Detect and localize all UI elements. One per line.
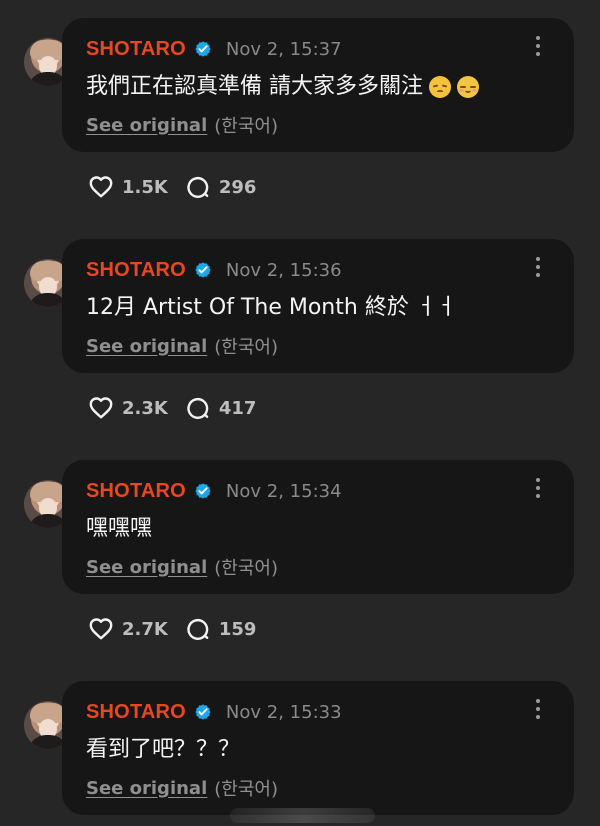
post-header: SHOTARO Nov 2, 15:33	[86, 699, 342, 725]
verified-badge-icon	[195, 41, 211, 57]
post-content: 我們正在認真準備 請大家多多關注	[86, 73, 546, 101]
comment-count: 159	[218, 618, 257, 640]
post-bubble: SHOTARO Nov 2, 15:34 嘿嘿嘿 See original (한…	[62, 460, 574, 594]
like-count: 2.3K	[122, 397, 168, 419]
post-actions: 2.7K 159	[88, 615, 274, 643]
translation-row: See original (한국어)	[86, 334, 278, 359]
more-options-icon[interactable]	[535, 257, 541, 281]
post-bubble: SHOTARO Nov 2, 15:33 看到了吧？？？ See origina…	[62, 681, 574, 815]
author-name[interactable]: SHOTARO	[86, 480, 186, 503]
translation-row: See original (한국어)	[86, 776, 278, 801]
post-item: SHOTARO Nov 2, 15:36 12月 Artist Of The M…	[0, 221, 600, 442]
more-options-icon[interactable]	[535, 36, 541, 60]
comment-count: 296	[218, 176, 257, 198]
pensive-face-icon	[429, 76, 451, 98]
original-language: (한국어)	[214, 558, 278, 579]
like-button[interactable]: 1.5K	[88, 175, 168, 199]
heart-icon	[89, 176, 113, 198]
author-name[interactable]: SHOTARO	[86, 259, 186, 282]
post-content: 12月 Artist Of The Month 終於 ㅓㅓ	[86, 294, 546, 322]
post-item: SHOTARO Nov 2, 15:33 看到了吧？？？ See origina…	[0, 663, 600, 826]
see-original-link[interactable]: See original	[86, 336, 207, 357]
post-text: 嘿嘿嘿	[86, 516, 153, 541]
original-language: (한국어)	[214, 779, 278, 800]
post-timestamp: Nov 2, 15:37	[225, 38, 342, 60]
post-bubble: SHOTARO Nov 2, 15:36 12月 Artist Of The M…	[62, 239, 574, 373]
post-header: SHOTARO Nov 2, 15:36	[86, 257, 342, 283]
verified-badge-icon	[195, 483, 211, 499]
image-watermark-overlay	[230, 808, 375, 823]
like-button[interactable]: 2.7K	[88, 617, 168, 641]
author-name[interactable]: SHOTARO	[86, 38, 186, 61]
post-header: SHOTARO Nov 2, 15:37	[86, 36, 342, 62]
author-name[interactable]: SHOTARO	[86, 701, 186, 724]
post-text: 我們正在認真準備 請大家多多關注	[86, 74, 423, 99]
post-bubble: SHOTARO Nov 2, 15:37 我們正在認真準備 請大家多多關注 Se…	[62, 18, 574, 152]
post-text: 看到了吧？？？	[86, 737, 241, 762]
comment-button[interactable]: 296	[186, 175, 257, 200]
see-original-link[interactable]: See original	[86, 115, 207, 136]
post-timestamp: Nov 2, 15:36	[225, 259, 342, 281]
more-options-icon[interactable]	[535, 699, 541, 723]
post-actions: 1.5K 296	[88, 173, 274, 201]
post-timestamp: Nov 2, 15:34	[225, 480, 342, 502]
more-options-icon[interactable]	[535, 478, 541, 502]
post-header: SHOTARO Nov 2, 15:34	[86, 478, 342, 504]
translation-row: See original (한국어)	[86, 555, 278, 580]
heart-icon	[89, 618, 113, 640]
relieved-face-icon	[457, 76, 479, 98]
verified-badge-icon	[195, 262, 211, 278]
post-timestamp: Nov 2, 15:33	[225, 701, 342, 723]
comment-button[interactable]: 417	[186, 396, 257, 421]
comment-button[interactable]: 159	[186, 617, 257, 642]
comment-bubble-icon	[187, 176, 209, 198]
comment-count: 417	[218, 397, 257, 419]
post-content: 看到了吧？？？	[86, 736, 546, 764]
post-item: SHOTARO Nov 2, 15:37 我們正在認真準備 請大家多多關注 Se…	[0, 0, 600, 221]
post-text: 12月 Artist Of The Month 終於 ㅓㅓ	[86, 295, 457, 320]
post-actions: 2.3K 417	[88, 394, 274, 422]
see-original-link[interactable]: See original	[86, 778, 207, 799]
comment-bubble-icon	[187, 618, 209, 640]
heart-icon	[89, 397, 113, 419]
like-count: 2.7K	[122, 618, 168, 640]
like-count: 1.5K	[122, 176, 168, 198]
original-language: (한국어)	[214, 116, 278, 137]
like-button[interactable]: 2.3K	[88, 396, 168, 420]
translation-row: See original (한국어)	[86, 113, 278, 138]
original-language: (한국어)	[214, 337, 278, 358]
comment-bubble-icon	[187, 397, 209, 419]
post-item: SHOTARO Nov 2, 15:34 嘿嘿嘿 See original (한…	[0, 442, 600, 663]
post-content: 嘿嘿嘿	[86, 515, 546, 543]
see-original-link[interactable]: See original	[86, 557, 207, 578]
verified-badge-icon	[195, 704, 211, 720]
